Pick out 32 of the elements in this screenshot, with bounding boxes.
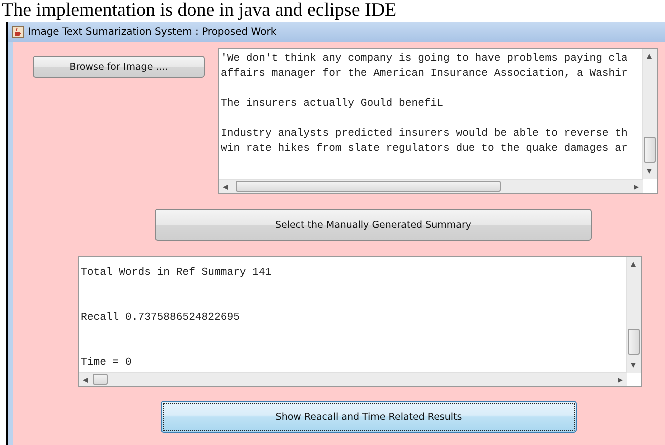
scroll-thumb[interactable]: [644, 137, 656, 163]
vertical-scrollbar[interactable]: [642, 49, 657, 179]
window-title: Image Text Sumarization System : Proposed Work: [28, 26, 277, 38]
scroll-up-icon[interactable]: [630, 262, 637, 267]
vertical-scrollbar[interactable]: [626, 257, 641, 373]
scroll-thumb[interactable]: [93, 374, 108, 385]
text-line: Recall 0.7375886524822695: [81, 311, 241, 326]
text-line: Industry analysts predicted insurers would be able to reverse th: [221, 127, 629, 142]
caption-text: The implementation is done in java and eclipse IDE: [1, 0, 398, 22]
browse-button[interactable]: Browse for Image ....: [33, 56, 205, 78]
text-line: Time = 0: [81, 356, 133, 371]
scroll-thumb[interactable]: [628, 329, 640, 355]
text-line: win rate hikes from slate regulators due to the quake damages ar: [221, 142, 629, 157]
scroll-down-icon[interactable]: [646, 169, 653, 174]
horizontal-scrollbar[interactable]: [219, 179, 643, 193]
text-line: affairs manager for the American Insurance Association, a Washir: [221, 67, 629, 82]
text-area[interactable]: Total Words in Ref Summary 141 Recall 0.7375886524822695 Time = 0: [78, 256, 642, 387]
show-results-button[interactable]: Show Reacall and Time Related Results: [161, 401, 577, 433]
text-line: Total Words in Ref Summary 141: [81, 266, 273, 281]
horizontal-scrollbar[interactable]: [79, 372, 627, 386]
scroll-left-icon[interactable]: [83, 377, 88, 384]
text-line: The insurers actually Gould benefiL: [221, 97, 445, 112]
scroll-down-icon[interactable]: [630, 363, 637, 368]
scroll-up-icon[interactable]: [646, 54, 653, 59]
scroll-right-icon[interactable]: [618, 377, 623, 384]
text-line: 'We don't think any company is going to have problems paying cla: [221, 52, 629, 67]
app-icon: [12, 26, 24, 38]
scroll-left-icon[interactable]: [223, 184, 228, 191]
scroll-right-icon[interactable]: [634, 184, 639, 191]
text-area[interactable]: [218, 48, 658, 194]
select-summary-button[interactable]: Select the Manually Generated Summary: [155, 209, 592, 241]
scroll-thumb[interactable]: [236, 181, 501, 192]
